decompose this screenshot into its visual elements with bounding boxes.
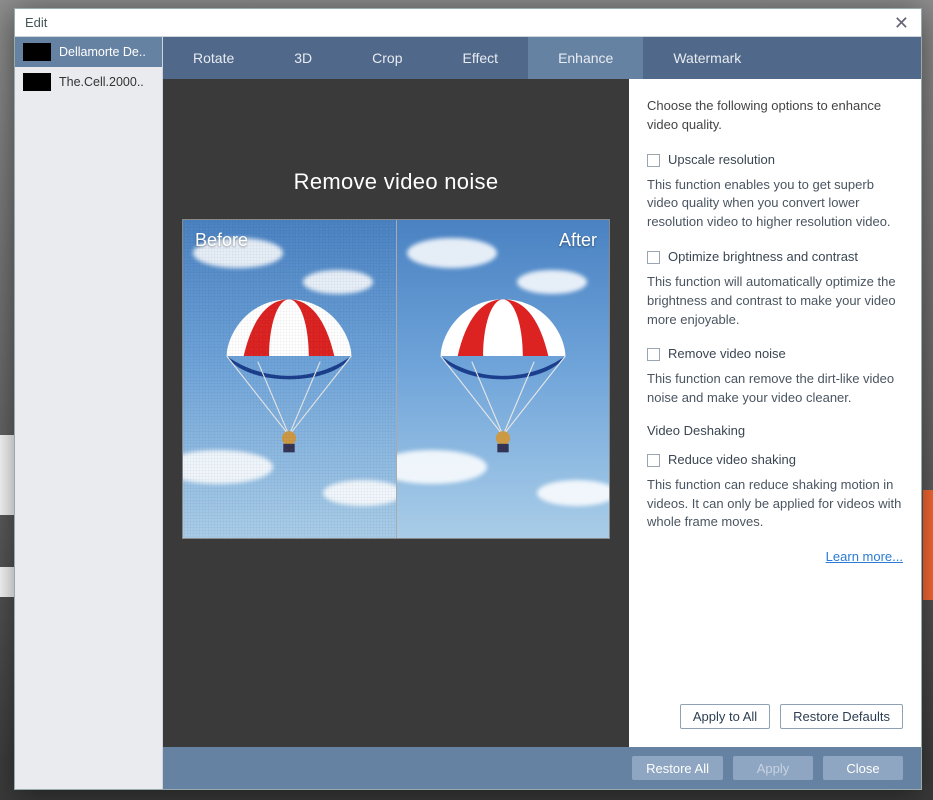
spacer [647, 567, 903, 704]
apply-to-all-button[interactable]: Apply to All [680, 704, 770, 729]
option-remove-noise[interactable]: Remove video noise [647, 345, 903, 364]
preview-before: Before [183, 220, 396, 538]
sidebar-item-label: Dellamorte De.. [59, 45, 146, 59]
tab-enhance[interactable]: Enhance [528, 37, 643, 79]
tab-label: Enhance [558, 50, 613, 66]
bg-strip [923, 490, 933, 600]
option-label: Optimize brightness and contrast [668, 248, 858, 267]
apply-button[interactable]: Apply [733, 756, 813, 780]
option-reduce-shaking[interactable]: Reduce video shaking [647, 451, 903, 470]
learn-more-link[interactable]: Learn more... [826, 549, 903, 564]
tab-label: 3D [294, 50, 312, 66]
checkbox-icon[interactable] [647, 251, 660, 264]
main: Rotate 3D Crop Effect Enhance Watermark … [163, 37, 921, 789]
sidebar-item-file-2[interactable]: The.Cell.2000.. [15, 67, 162, 97]
option-upscale[interactable]: Upscale resolution [647, 151, 903, 170]
window-body: Dellamorte De.. The.Cell.2000.. Rotate 3… [15, 37, 921, 789]
preview-after: After [396, 220, 610, 538]
panel-intro: Choose the following options to enhance … [647, 97, 903, 135]
parachute-icon [418, 288, 588, 458]
option-desc: This function will automatically optimiz… [647, 273, 903, 330]
tab-label: Crop [372, 50, 402, 66]
tab-label: Effect [463, 50, 499, 66]
panel-button-row: Apply to All Restore Defaults [647, 704, 903, 729]
sidebar-item-label: The.Cell.2000.. [59, 75, 144, 89]
checkbox-icon[interactable] [647, 154, 660, 167]
thumbnail [23, 43, 51, 61]
before-label: Before [195, 230, 248, 251]
option-desc: This function enables you to get superb … [647, 176, 903, 233]
preview-compare: Before [182, 219, 610, 539]
bg-strip [0, 567, 14, 597]
tab-watermark[interactable]: Watermark [643, 37, 771, 79]
tab-bar: Rotate 3D Crop Effect Enhance Watermark [163, 37, 921, 79]
after-label: After [559, 230, 597, 251]
cloud [407, 238, 497, 268]
close-icon[interactable]: ✕ [890, 14, 913, 32]
cloud [323, 480, 396, 506]
edit-window: Edit ✕ Dellamorte De.. The.Cell.2000.. R… [14, 8, 922, 790]
tab-rotate[interactable]: Rotate [163, 37, 264, 79]
checkbox-icon[interactable] [647, 454, 660, 467]
tab-crop[interactable]: Crop [342, 37, 432, 79]
tab-3d[interactable]: 3D [264, 37, 342, 79]
option-label: Remove video noise [668, 345, 786, 364]
parachute-icon [204, 288, 374, 458]
option-brightness[interactable]: Optimize brightness and contrast [647, 248, 903, 267]
tab-effect[interactable]: Effect [433, 37, 529, 79]
close-button[interactable]: Close [823, 756, 903, 780]
content: Remove video noise [163, 79, 921, 747]
options-panel: Choose the following options to enhance … [629, 79, 921, 747]
footer-bar: Restore All Apply Close [163, 747, 921, 789]
tab-label: Rotate [193, 50, 234, 66]
option-label: Reduce video shaking [668, 451, 796, 470]
restore-defaults-button[interactable]: Restore Defaults [780, 704, 903, 729]
option-label: Upscale resolution [668, 151, 775, 170]
restore-all-button[interactable]: Restore All [632, 756, 723, 780]
section-heading: Video Deshaking [647, 422, 903, 441]
thumbnail [23, 73, 51, 91]
window-title: Edit [25, 15, 47, 30]
sidebar-item-file-1[interactable]: Dellamorte De.. [15, 37, 162, 67]
option-desc: This function can remove the dirt-like v… [647, 370, 903, 408]
titlebar: Edit ✕ [15, 9, 921, 37]
preview-pane: Remove video noise [163, 79, 629, 747]
option-desc: This function can reduce shaking motion … [647, 476, 903, 533]
learn-more-row: Learn more... [647, 548, 903, 567]
sidebar: Dellamorte De.. The.Cell.2000.. [15, 37, 163, 789]
bg-strip [0, 435, 14, 515]
preview-title: Remove video noise [294, 169, 499, 195]
tab-label: Watermark [673, 50, 741, 66]
checkbox-icon[interactable] [647, 348, 660, 361]
